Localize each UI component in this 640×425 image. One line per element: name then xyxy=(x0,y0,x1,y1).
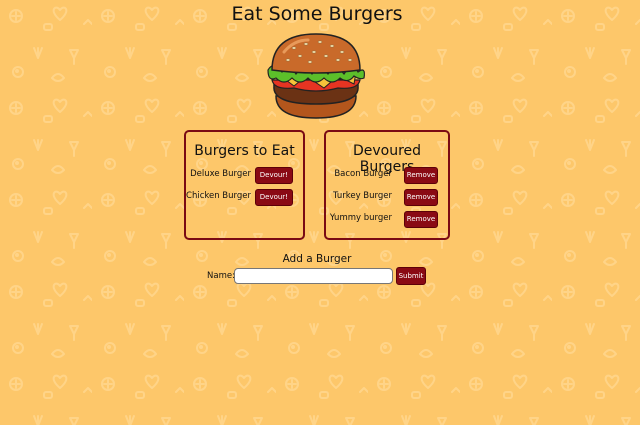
remove-button[interactable]: Remove xyxy=(404,189,438,206)
add-burger-heading: Add a Burger xyxy=(282,253,352,265)
submit-button[interactable]: Submit xyxy=(396,267,426,285)
remove-button[interactable]: Remove xyxy=(404,211,438,228)
list-item: Deluxe Burger Devour! xyxy=(186,167,303,185)
burgers-to-eat-panel: Burgers to Eat Deluxe Burger Devour! Chi… xyxy=(184,130,305,240)
burger-name: Chicken Burger xyxy=(186,191,251,201)
burger-name: Turkey Burger xyxy=(332,191,392,201)
list-item: Yummy burger Remove xyxy=(326,211,448,229)
burger-name-input[interactable] xyxy=(234,268,393,284)
page-title: Eat Some Burgers xyxy=(231,3,403,25)
burger-logo xyxy=(267,33,365,119)
burger-name: Deluxe Burger xyxy=(190,169,251,179)
list-item: Bacon Burger Remove xyxy=(326,167,448,185)
name-label: Name: xyxy=(207,271,235,281)
list-item: Chicken Burger Devour! xyxy=(186,189,303,207)
devoured-burgers-panel: Devoured Burgers Bacon Burger Remove Tur… xyxy=(324,130,450,240)
burgers-to-eat-heading: Burgers to Eat xyxy=(194,143,295,159)
page: Eat Some Burgers Burgers to Eat Deluxe B… xyxy=(0,0,640,425)
devour-button[interactable]: Devour! xyxy=(254,189,293,206)
burger-name: Bacon Burger xyxy=(334,169,392,179)
devour-button[interactable]: Devour! xyxy=(254,167,293,184)
list-item: Turkey Burger Remove xyxy=(326,189,448,207)
remove-button[interactable]: Remove xyxy=(404,167,438,184)
burger-name: Yummy burger xyxy=(329,213,392,223)
